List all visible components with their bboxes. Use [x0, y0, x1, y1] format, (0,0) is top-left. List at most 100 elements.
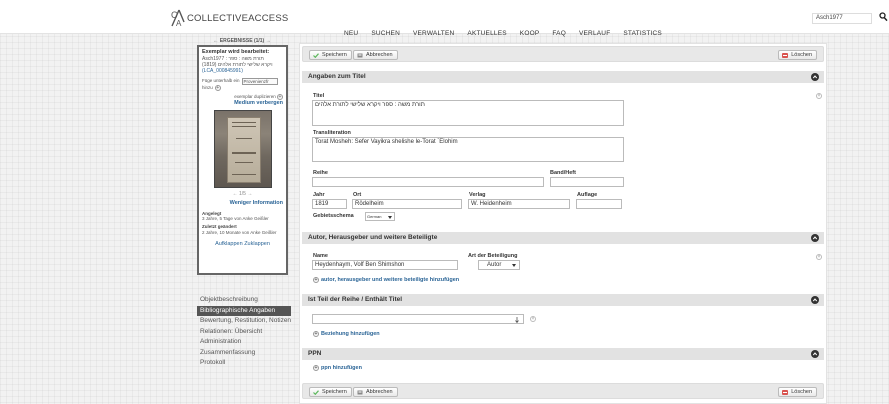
- gebietsschema-select[interactable]: German: [365, 212, 395, 221]
- logo[interactable]: C A COLLECTIVEACCESS: [170, 9, 288, 27]
- section-ppn[interactable]: PPN: [302, 348, 824, 360]
- nav-item-faq[interactable]: FAQ: [552, 30, 566, 37]
- results-navigation[interactable]: ← ERGEBNISSE (1/1) →: [197, 38, 287, 44]
- edit-form: Speichern Abbrechen Löschen Angaben zum …: [299, 43, 827, 404]
- section-authors[interactable]: Autor, Herausgeber und weitere Beteiligt…: [302, 232, 824, 244]
- reihe-field[interactable]: [312, 177, 544, 187]
- save-label: Speichern: [322, 389, 347, 395]
- nav-item-suchen[interactable]: SUCHEN: [371, 30, 400, 37]
- screen-nav-item[interactable]: Administration: [197, 337, 291, 348]
- screen-nav-item[interactable]: Bewertung, Restitution, Notizen: [197, 316, 291, 327]
- nav-item-koop[interactable]: KOOP: [520, 30, 540, 37]
- remove-icon[interactable]: ×: [530, 316, 536, 322]
- add-author-link[interactable]: + autor, herausgeber und weitere beteili…: [313, 277, 459, 283]
- hide-media-link[interactable]: Medium verbergen: [202, 100, 283, 107]
- image-pager[interactable]: ← 1/5 →: [202, 191, 283, 197]
- logo-mark-icon: C A: [170, 9, 185, 27]
- arrow-down-icon: [515, 316, 519, 323]
- titel-label: Titel: [313, 93, 325, 99]
- band-label: Band/Heft: [550, 170, 576, 176]
- expand-link[interactable]: Aufklappen: [215, 241, 243, 247]
- save-button[interactable]: Speichern: [309, 387, 352, 397]
- nav-item-neu[interactable]: NEU: [344, 30, 358, 37]
- section-series[interactable]: Ist Teil der Reihe / Enthält Titel: [302, 294, 824, 306]
- record-info-panel: Exemplar wird bearbeitet: Asch1977 : תור…: [197, 45, 288, 275]
- expand-collapse-links: Aufklappen Zuklappen: [202, 241, 283, 248]
- add-ppn-label: ppn hinzufügen: [321, 365, 362, 371]
- auflage-label: Auflage: [577, 192, 598, 198]
- record-code-link[interactable]: (LCA_000845991): [202, 68, 283, 74]
- add-icon: +: [313, 331, 319, 337]
- remove-icon[interactable]: ×: [816, 254, 822, 260]
- duplicate-label: exemplar duplizieren: [234, 93, 276, 99]
- screen-nav-item[interactable]: Objektbeschreibung: [197, 295, 291, 306]
- modified-value: 2 Jahre, 10 Monate von Anke Geißler: [202, 229, 277, 235]
- insert-label: Füge unterhalb ein: [202, 78, 240, 84]
- delete-label: Löschen: [791, 389, 812, 395]
- add-relation-link[interactable]: + Beziehung hinzufügen: [313, 331, 380, 337]
- name-label: Name: [313, 253, 328, 259]
- section-series-heading: Ist Teil der Reihe / Enthält Titel: [308, 296, 403, 303]
- less-info-link[interactable]: Weniger Information: [202, 200, 283, 207]
- insert-type-select[interactable]: Provenienzfr: [241, 77, 278, 85]
- band-field[interactable]: [550, 177, 624, 187]
- reihe-label: Reihe: [313, 170, 328, 176]
- screen-nav-item[interactable]: Zusammenfassung: [197, 348, 291, 359]
- cancel-label: Abbrechen: [366, 389, 393, 395]
- delete-icon: [782, 389, 789, 395]
- delete-button[interactable]: Löschen: [778, 387, 817, 397]
- insert-row-2: hinzu +: [202, 84, 283, 91]
- cancel-icon: [357, 53, 363, 57]
- delete-icon: [782, 52, 789, 58]
- cancel-button[interactable]: Abbrechen: [353, 387, 398, 397]
- screen-nav-item[interactable]: Protokoll: [197, 358, 291, 369]
- add-author-label: autor, herausgeber und weitere beteiligt…: [321, 277, 460, 283]
- nav-item-verlauf[interactable]: VERLAUF: [579, 30, 610, 37]
- collapse-section-icon[interactable]: [811, 73, 819, 81]
- name-field[interactable]: Heydenhaym, Volf Ben Shimshon: [312, 260, 458, 270]
- collapse-section-icon[interactable]: [811, 234, 819, 242]
- add-icon: +: [313, 365, 319, 371]
- section-title-info-heading: Angaben zum Titel: [308, 73, 366, 80]
- add-ppn-link[interactable]: + ppn hinzufügen: [313, 365, 362, 371]
- collapse-section-icon[interactable]: [811, 296, 819, 304]
- cancel-button[interactable]: Abbrechen: [353, 50, 398, 60]
- ort-field[interactable]: Rödelheim: [352, 199, 462, 209]
- record-media-image[interactable]: [213, 109, 272, 188]
- record-heading: Exemplar wird bearbeitet:: [202, 49, 270, 55]
- jahr-field[interactable]: 1819: [312, 199, 347, 209]
- section-authors-heading: Autor, Herausgeber und weitere Beteiligt…: [308, 234, 438, 241]
- insert-add-icon[interactable]: +: [214, 84, 221, 91]
- remove-icon[interactable]: ×: [816, 93, 822, 99]
- check-icon: [313, 52, 319, 58]
- nav-item-aktuelles[interactable]: AKTUELLES: [467, 30, 506, 37]
- main-nav: NEU SUCHEN VERWALTEN AKTUELLES KOOP FAQ …: [344, 30, 662, 37]
- relation-field[interactable]: [312, 314, 524, 324]
- screen-nav-item-active[interactable]: Bibliographische Angaben: [197, 305, 291, 316]
- section-ppn-heading: PPN: [308, 350, 322, 357]
- delete-label: Löschen: [791, 52, 812, 58]
- screen-nav-item[interactable]: Relationen: Übersicht: [197, 327, 291, 338]
- cancel-icon: [357, 390, 363, 394]
- collapse-link[interactable]: Zuklappen: [244, 241, 270, 247]
- delete-button[interactable]: Löschen: [778, 50, 817, 60]
- nav-item-verwalten[interactable]: VERWALTEN: [413, 30, 454, 37]
- auflage-field[interactable]: [576, 199, 622, 209]
- role-select[interactable]: Autor: [478, 260, 520, 270]
- transliteration-field[interactable]: Torat Mosheh: Sefer Vayikra shelishe le-…: [312, 137, 624, 162]
- duplicate-icon: +: [277, 93, 283, 100]
- search-input[interactable]: Asch1977: [812, 13, 872, 24]
- titel-field[interactable]: תורת משה : ספר ויקרא שלישי לתורת אלהים: [312, 100, 624, 126]
- section-title-info[interactable]: Angaben zum Titel: [302, 71, 824, 83]
- ort-label: Ort: [353, 192, 362, 198]
- save-button[interactable]: Speichern: [309, 50, 352, 60]
- created-value: 3 Jahre, 5 Tage von Anke Geißler: [202, 216, 269, 222]
- top-bar: [0, 0, 889, 34]
- add-icon: +: [313, 277, 319, 283]
- search-icon[interactable]: [879, 12, 888, 22]
- insert-row: Füge unterhalb ein Provenienzfr: [202, 77, 283, 85]
- collapse-section-icon[interactable]: [811, 350, 819, 358]
- verlag-field[interactable]: W. Heidenheim: [468, 199, 570, 209]
- nav-item-statistics[interactable]: STATISTICS: [623, 30, 662, 37]
- chevron-down-icon: [512, 264, 516, 267]
